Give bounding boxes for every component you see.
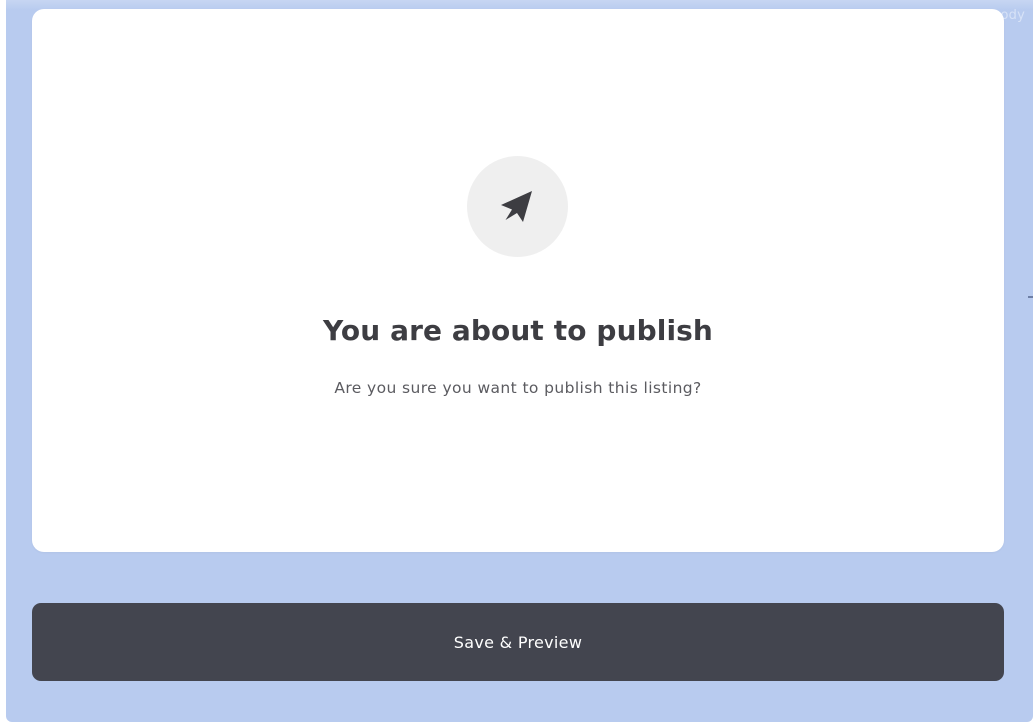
edge-marker (1028, 296, 1033, 298)
dialog-title: You are about to publish (323, 314, 713, 347)
paper-plane-icon (501, 191, 532, 222)
publish-confirmation-card: You are about to publish Are you sure yo… (32, 9, 1004, 552)
save-preview-button[interactable]: Save & Preview (32, 603, 1004, 681)
publish-panel: Moody You are about to publish Are you s… (6, 0, 1033, 722)
icon-badge (467, 156, 568, 257)
dialog-message: Are you sure you want to publish this li… (334, 379, 702, 397)
